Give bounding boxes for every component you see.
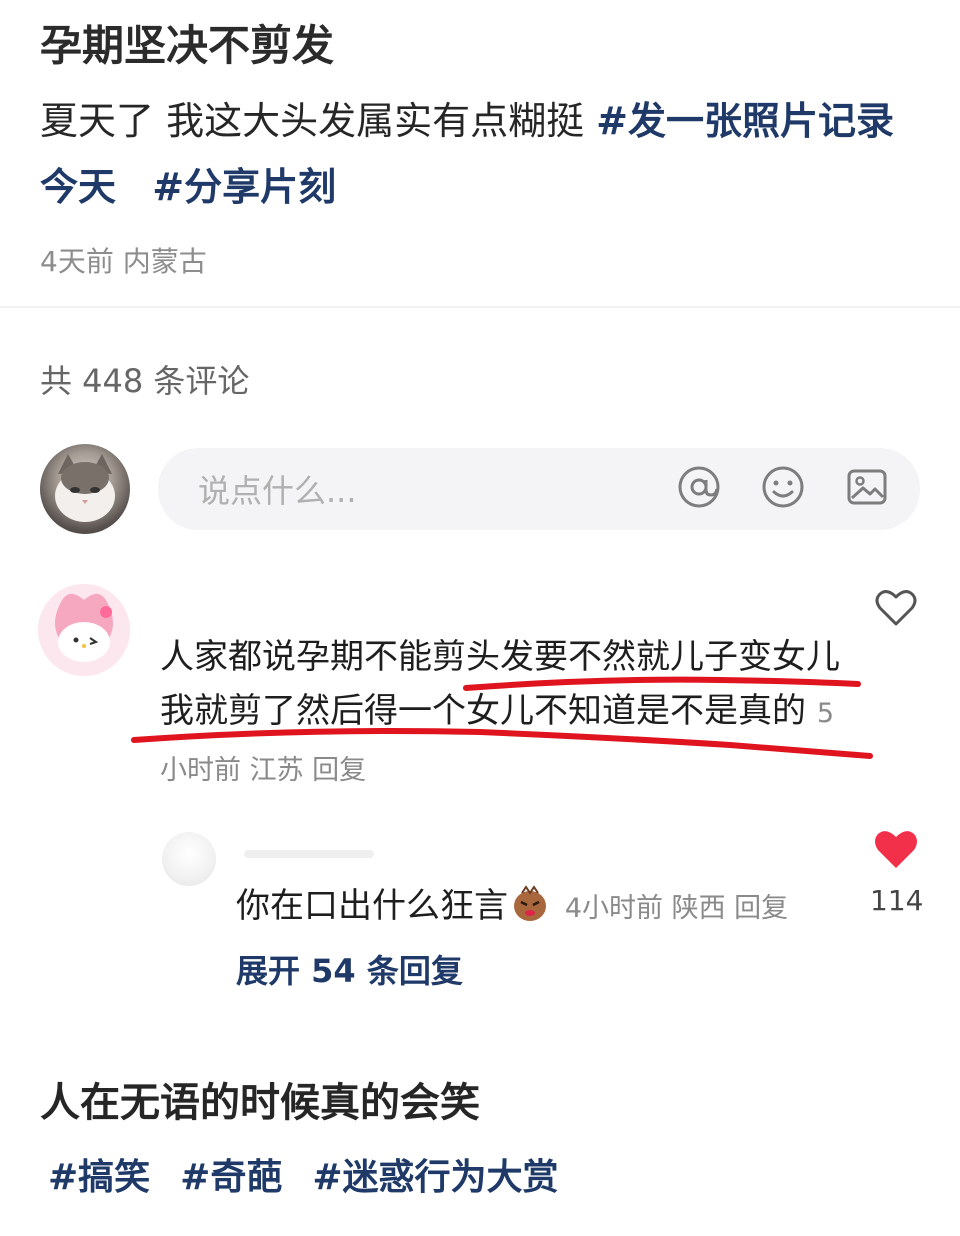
post-body-text: 夏天了 我这大头发属实有点糊挺 — [40, 99, 597, 143]
image-icon[interactable] — [844, 464, 890, 510]
angry-emoji-icon — [514, 885, 546, 921]
next-post-title[interactable]: 人在无语的时候真的会笑 — [40, 1070, 480, 1128]
avatar[interactable] — [38, 584, 130, 676]
next-post-tag[interactable]: #搞笑 — [48, 1157, 150, 1198]
melody-avatar-icon — [38, 584, 130, 676]
post-tag[interactable]: #分享片刻 — [152, 165, 336, 209]
comment-input-placeholder: 说点什么... — [198, 472, 357, 510]
reply-body: 你在口出什么狂言 4小时前 陕西 回复 — [236, 878, 788, 927]
comment-text: 人家都说孕期不能剪头发要不然就儿子变女儿我就剪了然后得一个女儿不知道是不是真的 — [160, 637, 840, 731]
next-post-tag[interactable]: #奇葩 — [180, 1157, 282, 1198]
emoji-icon[interactable] — [760, 464, 806, 510]
comment-count: 共 448 条评论 — [40, 362, 250, 400]
heart-filled-icon[interactable] — [872, 826, 920, 872]
reply-text: 你在口出什么狂言 — [236, 886, 508, 926]
next-post-tags: #搞笑 #奇葩 #迷惑行为大赏 — [48, 1148, 589, 1200]
like-count: 114 — [870, 884, 924, 917]
post-title: 孕期坚决不剪发 — [40, 21, 335, 70]
cat-avatar-icon — [55, 454, 115, 522]
avatar[interactable] — [162, 832, 216, 886]
reply-meta: 4小时前 陕西 回复 — [564, 893, 789, 924]
post-body: 夏天了 我这大头发属实有点糊挺 #发一张照片记录今天 #分享片刻 — [40, 88, 920, 220]
avatar[interactable] — [40, 444, 130, 534]
reply-author-blurred — [244, 850, 374, 858]
at-icon[interactable] — [676, 464, 722, 510]
expand-replies-button[interactable]: 展开 54 条回复 — [236, 946, 463, 992]
heart-outline-icon[interactable] — [874, 586, 918, 630]
next-post-tag[interactable]: #迷惑行为大赏 — [312, 1157, 558, 1198]
post-meta: 4天前 内蒙古 — [40, 245, 207, 278]
divider — [0, 306, 960, 308]
comment-body: 人家都说孕期不能剪头发要不然就儿子变女儿我就剪了然后得一个女儿不知道是不是真的 … — [160, 630, 850, 798]
